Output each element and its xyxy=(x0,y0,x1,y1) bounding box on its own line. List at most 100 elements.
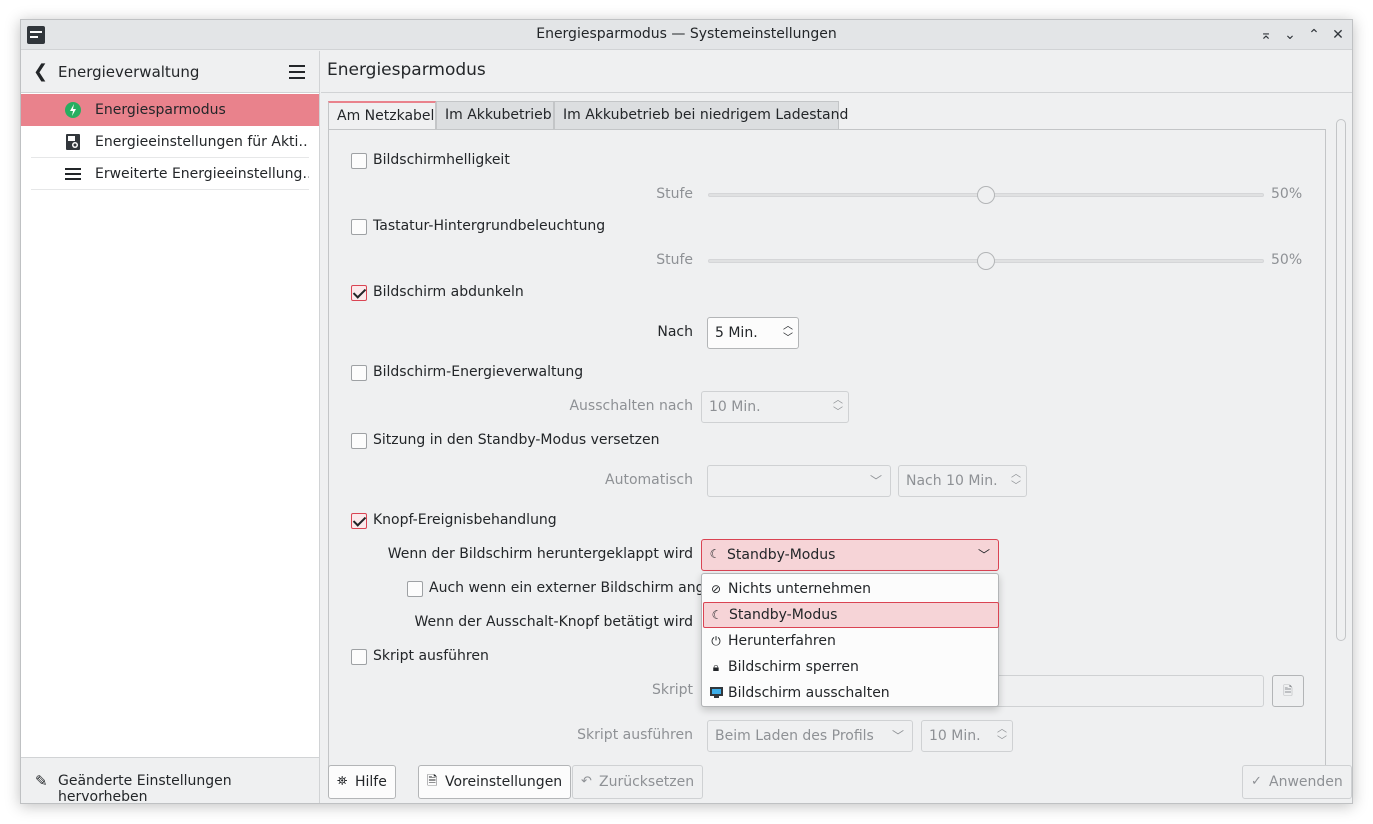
dim-screen-label: Bildschirm abdunkeln xyxy=(373,284,524,300)
no-entry-icon: ⊘ xyxy=(710,582,722,596)
standby-after-stepper[interactable]: Nach 10 Min. ︿ ﹀ xyxy=(898,465,1027,497)
sidebar-item-advanced-settings[interactable]: Erweiterte Energieeinstellung… xyxy=(31,158,309,190)
brightness-checkbox[interactable] xyxy=(351,153,367,169)
dpms-off-after-value: 10 Min. xyxy=(709,399,761,415)
keyboard-slider-handle[interactable] xyxy=(977,252,995,270)
dpms-checkbox[interactable] xyxy=(351,365,367,381)
option-label: Herunterfahren xyxy=(728,633,836,649)
pencil-icon: ✎ xyxy=(35,772,48,790)
page-title: Energiesparmodus xyxy=(327,60,486,80)
tab-im-akkubetrieb[interactable]: Im Akkubetrieb xyxy=(436,101,554,130)
dim-after-label: Nach xyxy=(657,324,693,340)
option-label: Bildschirm sperren xyxy=(728,659,859,675)
keyboard-backlight-checkbox[interactable] xyxy=(351,219,367,235)
option-bildschirm-ausschalten[interactable]: Bildschirm ausschalten xyxy=(703,680,999,706)
sidebar-header: ❮ Energieverwaltung xyxy=(21,51,319,93)
keyboard-value: 50% xyxy=(1271,252,1303,268)
sidebar-list: Energiesparmodus Energieeinstellungen fü… xyxy=(21,94,319,190)
option-label: Nichts unternehmen xyxy=(728,581,872,597)
sidebar-item-activity-settings[interactable]: Energieeinstellungen für Akti… xyxy=(31,126,309,158)
standby-label: Sitzung in den Standby-Modus versetzen xyxy=(373,432,660,448)
main-content: Energiesparmodus Am Netzkabel Im Akkubet… xyxy=(321,51,1352,803)
standby-checkbox[interactable] xyxy=(351,433,367,449)
tab-niedriger-ladestand[interactable]: Im Akkubetrieb bei niedrigem Ladestand xyxy=(554,101,848,130)
stepper-arrows-icon[interactable]: ︿ ﹀ xyxy=(1010,469,1022,493)
standby-automatic-label: Automatisch xyxy=(605,472,693,488)
option-nichts-unternehmen[interactable]: ⊘ Nichts unternehmen xyxy=(703,576,999,602)
button-events-checkbox[interactable] xyxy=(351,513,367,529)
close-icon[interactable]: ✕ xyxy=(1328,25,1348,45)
back-arrow-icon[interactable]: ❮ xyxy=(33,61,48,82)
help-button[interactable]: ⛯ Hilfe xyxy=(328,765,396,799)
sleep-icon: ☾ xyxy=(709,547,721,561)
sleep-icon: ☾ xyxy=(711,608,723,622)
chevron-down-icon: ﹀ xyxy=(891,729,904,743)
settings-window: Energiesparmodus — Systemeinstellungen ⌅… xyxy=(20,19,1353,804)
keyboard-level-label: Stufe xyxy=(656,252,693,268)
run-script-label: Skript ausführen xyxy=(373,648,489,664)
chevron-down-icon: ﹀ xyxy=(869,474,882,488)
lid-action-dropdown: ⊘ Nichts unternehmen ☾ Standby-Modus ⏻ H… xyxy=(701,573,999,707)
tab-am-netzkabel[interactable]: Am Netzkabel xyxy=(328,101,436,130)
main-header: Energiesparmodus xyxy=(321,51,1352,93)
standby-mode-combo[interactable]: ﹀ xyxy=(707,465,891,497)
script-delay-value: 10 Min. xyxy=(929,728,981,744)
apply-button[interactable]: ✓ Anwenden xyxy=(1242,765,1352,799)
window-title: Energiesparmodus — Systemeinstellungen xyxy=(536,26,837,42)
dpms-off-after-stepper[interactable]: 10 Min. ︿ ﹀ xyxy=(701,391,849,423)
minimize-icon[interactable]: ⌄ xyxy=(1280,25,1300,45)
brightness-label: Bildschirmhelligkeit xyxy=(373,152,510,168)
title-bar: Energiesparmodus — Systemeinstellungen ⌅… xyxy=(21,20,1352,50)
highlight-changes-button[interactable]: ✎ Geänderte Einstellungen hervorheben xyxy=(21,757,319,803)
brightness-level-label: Stufe xyxy=(656,186,693,202)
option-herunterfahren[interactable]: ⏻ Herunterfahren xyxy=(703,628,999,654)
brightness-value: 50% xyxy=(1271,186,1303,202)
standby-after-value: Nach 10 Min. xyxy=(906,473,998,489)
script-delay-stepper[interactable]: 10 Min. ︿ ﹀ xyxy=(921,720,1013,752)
maximize-icon[interactable]: ⌃ xyxy=(1304,25,1324,45)
power-button-label: Wenn der Ausschalt-Knopf betätigt wird xyxy=(414,614,693,630)
keep-above-icon[interactable]: ⌅ xyxy=(1256,25,1276,45)
option-bildschirm-sperren[interactable]: 🔒︎ Bildschirm sperren xyxy=(703,654,999,680)
stepper-arrows-icon[interactable]: ︿ ﹀ xyxy=(782,321,794,345)
hamburger-menu-icon[interactable] xyxy=(289,65,307,79)
sidebar-item-energiesparmodus[interactable]: Energiesparmodus xyxy=(21,94,319,126)
undo-icon: ↶ xyxy=(581,774,592,789)
lid-action-combo[interactable]: ☾ Standby-Modus ﹀ xyxy=(701,539,999,571)
brightness-slider-handle[interactable] xyxy=(977,186,995,204)
help-label: Hilfe xyxy=(355,774,387,790)
reset-label: Zurücksetzen xyxy=(599,774,695,790)
keyboard-backlight-label: Tastatur-Hintergrundbeleuchtung xyxy=(373,218,606,234)
option-standby-modus[interactable]: ☾ Standby-Modus xyxy=(703,602,999,628)
button-events-label: Knopf-Ereignisbehandlung xyxy=(373,512,557,528)
option-label: Standby-Modus xyxy=(729,607,838,623)
sidebar-item-label: Energieeinstellungen für Akti… xyxy=(95,134,309,150)
dim-after-stepper[interactable]: 5 Min. ︿ ﹀ xyxy=(707,317,799,349)
dpms-label: Bildschirm-Energieverwaltung xyxy=(373,364,584,380)
document-icon: 🗎 xyxy=(427,774,438,789)
script-run-combo[interactable]: Beim Laden des Profils ﹀ xyxy=(707,720,913,752)
lightning-icon xyxy=(65,102,81,118)
apply-label: Anwenden xyxy=(1269,774,1343,790)
stepper-arrows-icon[interactable]: ︿ ﹀ xyxy=(832,395,844,419)
reset-button[interactable]: ↶ Zurücksetzen xyxy=(572,765,704,799)
power-icon: ⏻ xyxy=(711,634,721,648)
sidebar-title: Energieverwaltung xyxy=(58,63,200,81)
monitor-icon xyxy=(709,680,723,706)
vertical-scrollbar[interactable] xyxy=(1336,119,1346,641)
dpms-off-after-label: Ausschalten nach xyxy=(569,398,693,414)
script-path-label: Skript xyxy=(651,682,693,698)
activity-icon xyxy=(66,134,80,150)
list-icon xyxy=(65,168,81,180)
lock-icon: 🔒︎ xyxy=(712,660,720,674)
lid-closed-label: Wenn der Bildschirm heruntergeklappt wir… xyxy=(387,546,693,562)
open-file-icon[interactable]: 🗎 xyxy=(1272,675,1304,707)
script-run-value: Beim Laden des Profils xyxy=(715,728,874,744)
external-monitor-checkbox[interactable] xyxy=(407,581,423,597)
run-script-checkbox[interactable] xyxy=(351,649,367,665)
defaults-button[interactable]: 🗎 Voreinstellungen xyxy=(418,765,572,799)
dim-screen-checkbox[interactable] xyxy=(351,285,367,301)
checkmark-icon: ✓ xyxy=(1251,774,1262,789)
stepper-arrows-icon[interactable]: ︿ ﹀ xyxy=(996,724,1008,748)
sidebar-item-label: Erweiterte Energieeinstellung… xyxy=(95,166,309,182)
